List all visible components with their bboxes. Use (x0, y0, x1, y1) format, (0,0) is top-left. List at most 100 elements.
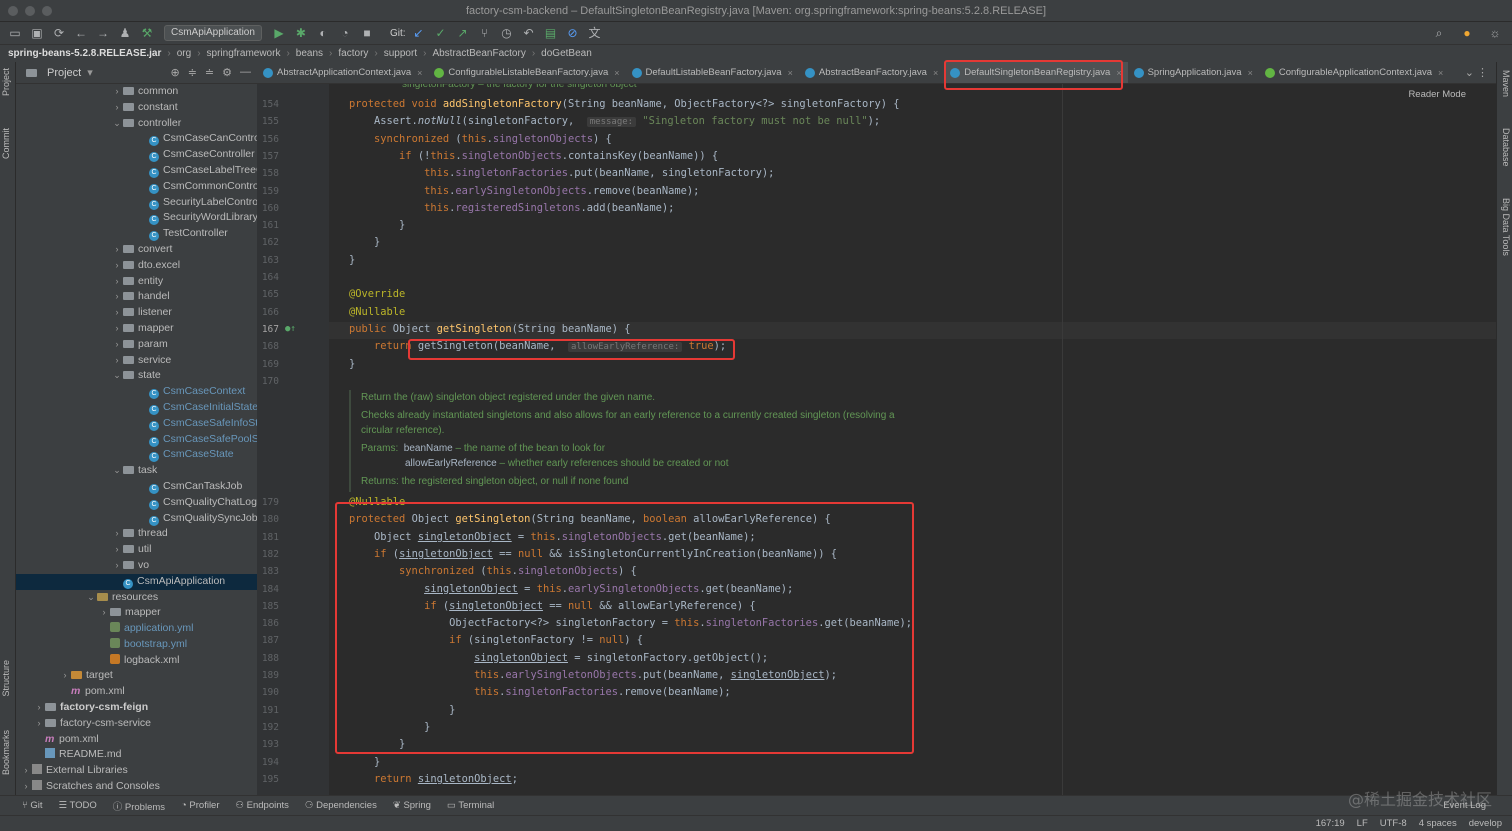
tool-tab-bookmarks[interactable]: Bookmarks (1, 730, 11, 775)
tree-item[interactable]: m pom.xml (16, 684, 257, 700)
build-hammer-icon[interactable]: ⚒ (138, 25, 156, 41)
terminal-icon[interactable]: ▤ (542, 25, 560, 41)
status-indent[interactable]: 4 spaces (1419, 818, 1457, 829)
line-number[interactable]: 160 (257, 200, 279, 217)
tree-item[interactable]: C CsmCaseSafeInfoState (16, 416, 257, 432)
tree-item[interactable]: C CsmCaseLabelTreeCo (16, 163, 257, 179)
tree-item[interactable]: ⌄ resources (16, 590, 257, 606)
status-git-branch[interactable]: develop (1469, 818, 1502, 829)
close-tab-icon[interactable]: × (1248, 68, 1253, 78)
line-number[interactable]: 181 (257, 529, 279, 546)
chevron-down-icon[interactable]: ⌄ (85, 590, 97, 606)
chevron-right-icon[interactable]: › (111, 84, 123, 100)
editor-tab[interactable]: DefaultListableBeanFactory.java × (626, 62, 799, 83)
bottom-tool-endpoints[interactable]: ⚇ Endpoints (236, 800, 289, 811)
breadcrumb-item-springframework[interactable]: springframework (207, 48, 281, 59)
tree-item[interactable]: C CsmCommonControlle (16, 179, 257, 195)
line-number[interactable]: 185 (257, 598, 279, 615)
line-number[interactable]: 194 (257, 754, 279, 771)
line-number[interactable]: 187 (257, 632, 279, 649)
tree-item[interactable]: › param (16, 337, 257, 353)
breadcrumb-item-beans[interactable]: beans (296, 48, 323, 59)
bottom-tool-spring[interactable]: ❦ Spring (393, 800, 431, 811)
line-number[interactable]: 163 (257, 252, 279, 269)
expand-all-icon[interactable]: ≑ (188, 66, 197, 79)
bottom-tool-dependencies[interactable]: ⚆ Dependencies (305, 800, 377, 811)
line-number[interactable]: 195 (257, 771, 279, 788)
line-number[interactable]: 179 (257, 494, 279, 511)
tree-item[interactable]: › util (16, 542, 257, 558)
line-number[interactable]: 183 (257, 563, 279, 580)
bottom-tool-problems[interactable]: ⓘ Problems (113, 799, 165, 813)
tree-item[interactable]: › vo (16, 558, 257, 574)
breadcrumb-item-class[interactable]: AbstractBeanFactory (432, 48, 525, 59)
tree-item[interactable]: C CsmCaseInitialState (16, 400, 257, 416)
tree-item[interactable]: C TestController (16, 226, 257, 242)
line-number[interactable]: 168 (257, 338, 279, 355)
tree-item[interactable]: › common (16, 84, 257, 100)
update-icon[interactable]: ● (1458, 25, 1476, 41)
git-branch-icon[interactable]: ⑂ (476, 25, 494, 41)
window-controls[interactable] (8, 6, 52, 16)
tree-item[interactable]: › service (16, 353, 257, 369)
line-number[interactable]: 192 (257, 719, 279, 736)
tree-item[interactable]: C CsmCaseSafePoolStat (16, 432, 257, 448)
save-icon[interactable]: ▣ (28, 25, 46, 41)
git-rollback-icon[interactable]: ↶ (520, 25, 538, 41)
code-line[interactable]: 162 } (257, 234, 1496, 251)
chevron-right-icon[interactable]: › (20, 763, 32, 779)
line-number[interactable]: 164 (257, 269, 279, 286)
tree-item[interactable]: › handel (16, 289, 257, 305)
tool-tab-commit[interactable]: Commit (1, 128, 11, 159)
line-number[interactable]: 154 (257, 96, 279, 113)
collapse-all-icon[interactable]: ≐ (205, 66, 214, 79)
chevron-down-icon[interactable]: ⌄ (111, 368, 123, 384)
tree-item[interactable]: README.md (16, 747, 257, 763)
chevron-right-icon[interactable]: › (111, 353, 123, 369)
chevron-right-icon[interactable]: › (111, 242, 123, 258)
chevron-right-icon[interactable]: › (111, 258, 123, 274)
minimize-window-button[interactable] (25, 6, 35, 16)
code-line[interactable]: 194 } (257, 754, 1496, 771)
tree-item[interactable]: › listener (16, 305, 257, 321)
locate-icon[interactable]: ⊕ (170, 66, 179, 79)
tree-item[interactable]: › External Libraries (16, 763, 257, 779)
tree-item[interactable]: › mapper (16, 321, 257, 337)
tree-item[interactable]: m pom.xml (16, 732, 257, 748)
chevron-right-icon[interactable]: › (59, 668, 71, 684)
chevron-right-icon[interactable]: › (33, 700, 45, 716)
bottom-tool-git[interactable]: ⑂ Git (22, 800, 42, 811)
tree-item[interactable]: › constant (16, 100, 257, 116)
code-line[interactable]: 195 return singletonObject; (257, 771, 1496, 788)
code-line[interactable]: 154 protected void addSingletonFactory(St… (257, 96, 1496, 113)
tool-tab-big-data-tools[interactable]: Big Data Tools (1501, 198, 1511, 256)
code-line[interactable]: 164 (257, 269, 1496, 286)
tree-item[interactable]: ⌄ task (16, 463, 257, 479)
profile-icon[interactable]: ◔ (336, 25, 354, 41)
line-number[interactable]: 186 (257, 615, 279, 632)
chevron-right-icon[interactable]: › (111, 289, 123, 305)
line-number[interactable]: 159 (257, 183, 279, 200)
line-number[interactable]: 158 (257, 165, 279, 182)
line-number[interactable]: 184 (257, 581, 279, 598)
gear-icon[interactable]: ⚙ (222, 66, 232, 79)
git-history-icon[interactable]: ◷ (498, 25, 516, 41)
tree-item[interactable]: ⌄ state (16, 368, 257, 384)
close-tab-icon[interactable]: × (933, 68, 938, 78)
chevron-down-icon[interactable]: ⌄ (111, 463, 123, 479)
chevron-right-icon[interactable]: › (98, 605, 110, 621)
git-commit-icon[interactable]: ✓ (432, 25, 450, 41)
git-update-icon[interactable]: ↙ (410, 25, 428, 41)
tree-item[interactable]: › target (16, 668, 257, 684)
search-icon[interactable]: ⌕ (1430, 25, 1448, 41)
debug-icon[interactable]: ✱ (292, 25, 310, 41)
tree-item[interactable]: C CsmCaseContext (16, 384, 257, 400)
line-number[interactable]: 169 (257, 356, 279, 373)
line-number[interactable]: 162 (257, 234, 279, 251)
close-tab-icon[interactable]: × (1438, 68, 1443, 78)
tree-item[interactable]: C CsmApiApplication (16, 573, 257, 590)
tree-item[interactable]: C SecurityWordLibraryC (16, 210, 257, 226)
zoom-window-button[interactable] (42, 6, 52, 16)
tree-item[interactable]: C CsmQualitySyncJob (16, 511, 257, 527)
disable-icon[interactable]: ⊘ (564, 25, 582, 41)
